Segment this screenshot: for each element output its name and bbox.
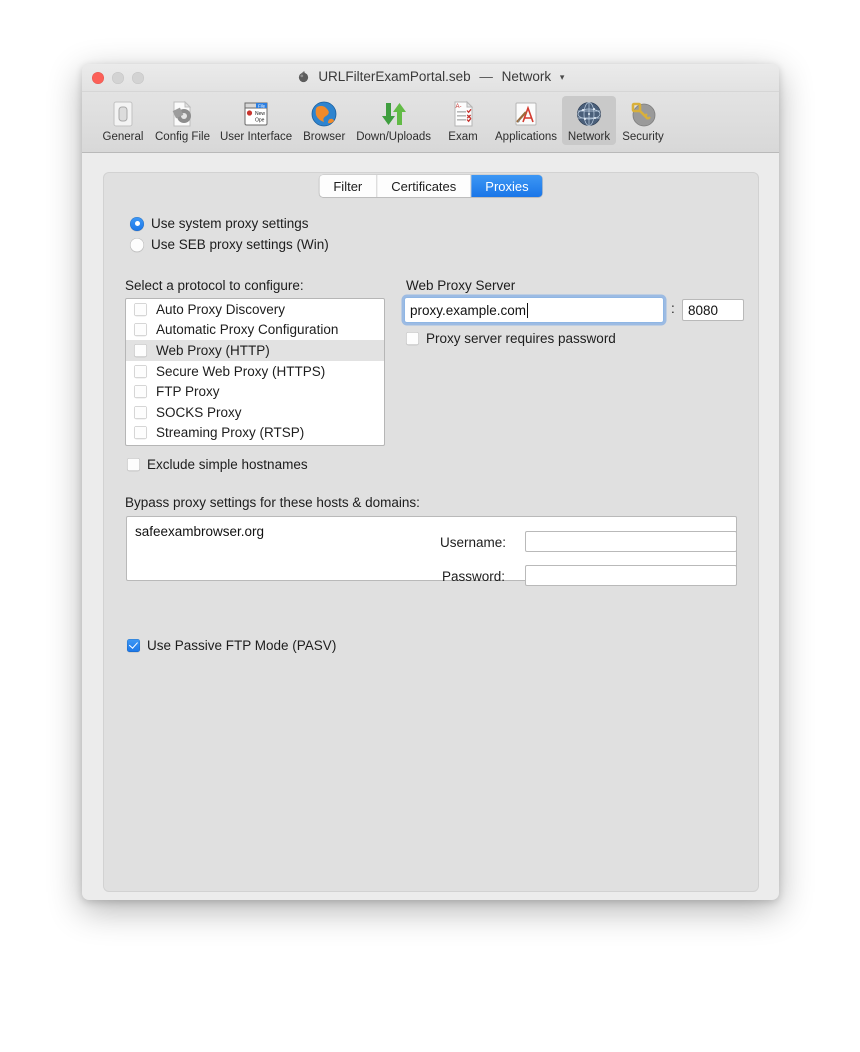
toolbar-item-general[interactable]: General <box>96 96 150 145</box>
toolbar-item-label: Security <box>622 131 664 143</box>
protocol-label: FTP Proxy <box>156 384 220 400</box>
radio-label: Use system proxy settings <box>151 216 309 231</box>
toolbar-item-label: Exam <box>448 131 478 143</box>
user-interface-icon: File New Ope <box>240 98 272 130</box>
chevron-down-icon[interactable]: ▾ <box>560 72 565 82</box>
window-title-filename: URLFilterExamPortal.seb <box>318 69 471 84</box>
protocol-list[interactable]: Auto Proxy Discovery Automatic Proxy Con… <box>125 298 385 446</box>
svg-text:New: New <box>255 111 265 117</box>
protocol-checkbox[interactable] <box>134 364 147 378</box>
seb-app-icon <box>298 71 308 83</box>
toolbar-item-user-interface[interactable]: File New Ope User Interface <box>215 96 297 145</box>
protocol-checkbox[interactable] <box>134 323 147 337</box>
panel-tabs: Filter Certificates Proxies <box>319 175 543 197</box>
text-caret <box>527 302 529 318</box>
protocol-label: Secure Web Proxy (HTTPS) <box>156 363 326 379</box>
tab-proxies[interactable]: Proxies <box>471 175 543 197</box>
proxy-port-input[interactable]: 8080 <box>682 299 744 321</box>
protocol-checkbox[interactable] <box>134 405 147 419</box>
web-proxy-server-title: Web Proxy Server <box>406 278 516 293</box>
network-globe-icon <box>573 98 605 130</box>
toolbar-item-security[interactable]: Security <box>616 96 670 145</box>
general-icon <box>107 98 139 130</box>
protocol-label: Web Proxy (HTTP) <box>156 342 270 358</box>
protocol-row-secure-web-proxy-https[interactable]: Secure Web Proxy (HTTPS) <box>126 361 384 382</box>
password-label: Password: <box>442 569 506 584</box>
applications-icon <box>510 98 542 130</box>
radio-indicator[interactable] <box>130 216 144 231</box>
protocol-row-automatic-proxy-configuration[interactable]: Automatic Proxy Configuration <box>126 320 384 341</box>
security-key-icon <box>627 98 659 130</box>
protocol-checkbox[interactable] <box>134 302 147 316</box>
window-title: URLFilterExamPortal.seb — Network ▾ <box>82 69 779 84</box>
protocol-label: Automatic Proxy Configuration <box>156 322 339 338</box>
toolbar-item-label: Network <box>567 131 611 143</box>
checkbox-passive-ftp-mode[interactable]: Use Passive FTP Mode (PASV) <box>127 638 336 653</box>
svg-text:File: File <box>258 103 266 108</box>
proxy-requires-password-label: Proxy server requires password <box>426 331 616 346</box>
protocol-checkbox[interactable] <box>134 385 147 399</box>
passive-ftp-label: Use Passive FTP Mode (PASV) <box>147 638 337 653</box>
protocol-label: Streaming Proxy (RTSP) <box>156 425 305 441</box>
exclude-simple-hostnames-label: Exclude simple hostnames <box>147 457 308 472</box>
proxy-requires-password-checkbox[interactable] <box>406 332 419 345</box>
toolbar-item-label: Applications <box>495 131 558 143</box>
checkbox-proxy-requires-password[interactable]: Proxy server requires password <box>406 331 616 346</box>
proxy-host-input[interactable]: proxy.example.com <box>404 297 664 323</box>
protocol-row-web-proxy-http[interactable]: Web Proxy (HTTP) <box>126 340 384 361</box>
bypass-label: Bypass proxy settings for these hosts & … <box>125 495 420 510</box>
toolbar-item-down-uploads[interactable]: Down/Uploads <box>351 96 436 145</box>
proxies-panel: Filter Certificates Proxies Use system p… <box>103 172 759 892</box>
preferences-window: URLFilterExamPortal.seb — Network ▾ Gene… <box>82 64 779 900</box>
browser-globe-icon <box>308 98 340 130</box>
config-file-icon <box>166 98 198 130</box>
proxy-port-value: 8080 <box>688 302 719 318</box>
protocol-row-ftp-proxy[interactable]: FTP Proxy <box>126 381 384 402</box>
protocol-checkbox[interactable] <box>134 426 147 440</box>
toolbar-item-config-file[interactable]: Config File <box>150 96 215 145</box>
toolbar-item-label: User Interface <box>219 131 293 143</box>
protocol-row-socks-proxy[interactable]: SOCKS Proxy <box>126 402 384 423</box>
svg-text:Ope: Ope <box>255 118 265 124</box>
tab-certificates[interactable]: Certificates <box>377 175 472 197</box>
preferences-toolbar: General Config File File New Ope User In… <box>82 92 779 153</box>
window-title-section: Network <box>501 69 552 84</box>
radio-use-system-proxy[interactable]: Use system proxy settings <box>130 216 309 231</box>
password-input[interactable] <box>525 565 737 586</box>
protocol-label: SOCKS Proxy <box>156 404 242 420</box>
window-title-separator: — <box>479 69 493 84</box>
radio-label: Use SEB proxy settings (Win) <box>151 237 329 252</box>
host-port-separator: : <box>671 301 675 316</box>
protocol-row-auto-proxy-discovery[interactable]: Auto Proxy Discovery <box>126 299 384 320</box>
radio-indicator[interactable] <box>130 237 144 252</box>
toolbar-item-applications[interactable]: Applications <box>490 96 562 145</box>
proxy-host-value: proxy.example.com <box>410 302 527 318</box>
toolbar-item-network[interactable]: Network <box>562 96 617 145</box>
up-down-arrows-icon <box>378 98 410 130</box>
toolbar-item-label: Browser <box>303 131 346 143</box>
protocol-list-label: Select a protocol to configure: <box>125 278 304 293</box>
radio-use-seb-proxy[interactable]: Use SEB proxy settings (Win) <box>130 237 329 252</box>
toolbar-item-exam[interactable]: A- Exam <box>436 96 490 145</box>
svg-text:A-: A- <box>456 104 462 110</box>
toolbar-item-label: Config File <box>155 131 210 143</box>
protocol-row-streaming-proxy-rtsp[interactable]: Streaming Proxy (RTSP) <box>126 423 384 444</box>
passive-ftp-checkbox[interactable] <box>127 639 140 652</box>
protocol-label: Auto Proxy Discovery <box>156 301 286 317</box>
toolbar-item-label: General <box>102 131 144 143</box>
exam-checklist-icon: A- <box>447 98 479 130</box>
checkbox-exclude-simple-hostnames[interactable]: Exclude simple hostnames <box>127 457 308 472</box>
toolbar-item-label: Down/Uploads <box>356 131 431 143</box>
exclude-simple-hostnames-checkbox[interactable] <box>127 458 140 471</box>
window-titlebar: URLFilterExamPortal.seb — Network ▾ <box>82 64 779 92</box>
username-label: Username: <box>440 535 507 550</box>
username-input[interactable] <box>525 531 737 552</box>
toolbar-item-browser[interactable]: Browser <box>297 96 351 145</box>
tab-filter[interactable]: Filter <box>319 175 378 197</box>
protocol-checkbox[interactable] <box>134 343 147 357</box>
